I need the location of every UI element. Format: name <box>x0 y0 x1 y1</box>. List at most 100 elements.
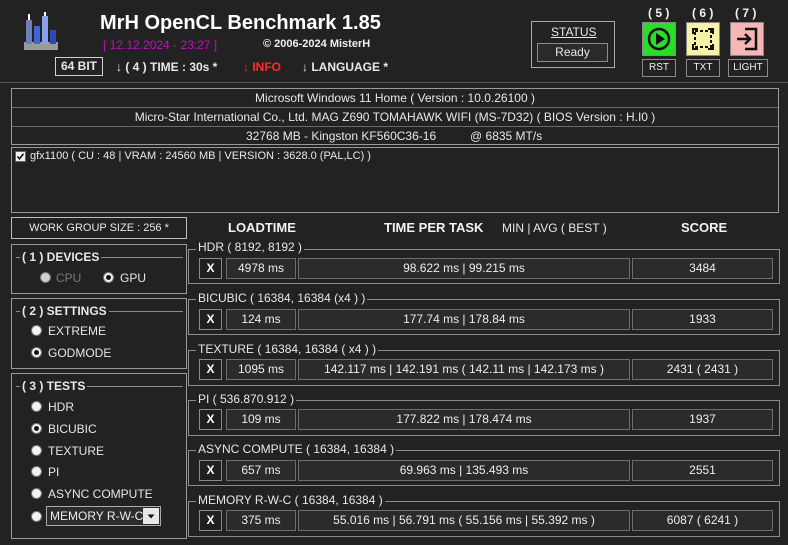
column-loadtime: LOADTIME <box>228 220 296 235</box>
os-info: Microsoft Windows 11 Home ( Version : 10… <box>255 91 535 105</box>
device-label: gfx1100 ( CU : 48 | VRAM : 24560 MB | VE… <box>30 150 371 162</box>
result-frame-line <box>779 400 780 435</box>
result-frame-line <box>188 536 780 537</box>
app-logo <box>20 12 62 54</box>
extreme-label: EXTREME <box>48 324 107 338</box>
result-hdr-time: 98.622 ms | 99.215 ms <box>298 258 630 279</box>
txt-export-button[interactable] <box>686 22 720 56</box>
result-frame-line <box>188 485 780 486</box>
result-texture-score: 2431 ( 2431 ) <box>632 359 773 380</box>
result-texture-title: TEXTURE ( 16384, 16384 ( x4 ) ) <box>196 342 379 356</box>
extreme-radio[interactable] <box>31 325 42 336</box>
result-pi-score: 1937 <box>632 409 773 430</box>
column-score: SCORE <box>681 220 728 235</box>
result-texture-time: 142.117 ms | 142.191 ms ( 142.11 ms | 14… <box>298 359 630 380</box>
result-pi-time: 177.822 ms | 178.474 ms <box>298 409 630 430</box>
memory-speed: @ 6835 MT/s <box>470 129 543 143</box>
result-hdr-title: HDR ( 8192, 8192 ) <box>196 240 305 254</box>
column-min-avg-best: MIN | AVG ( BEST ) <box>502 221 607 235</box>
godmode-radio[interactable] <box>31 347 42 358</box>
result-bicubic-loadtime: 124 ms <box>226 309 296 330</box>
cpu-radio[interactable] <box>40 272 51 283</box>
result-frame-line <box>188 385 780 386</box>
result-bicubic-time: 177.74 ms | 178.84 ms <box>298 309 630 330</box>
result-pi-title: PI ( 536.870.912 ) <box>196 392 297 406</box>
result-texture-clear-button[interactable]: X <box>199 359 222 380</box>
result-texture-loadtime: 1095 ms <box>226 359 296 380</box>
chevron-down-icon <box>143 508 159 524</box>
rst-button[interactable]: RST <box>642 59 676 77</box>
board-info: Micro-Star International Co., Ltd. MAG Z… <box>134 110 656 124</box>
result-memory-loadtime: 375 ms <box>226 510 296 531</box>
status-value: Ready <box>537 43 608 62</box>
godmode-label: GODMODE <box>48 346 112 360</box>
result-bicubic-title: BICUBIC ( 16384, 16384 (x4 ) ) <box>196 291 368 305</box>
language-option[interactable]: ↓ LANGUAGE * <box>302 60 388 74</box>
test-texture-label: TEXTURE <box>48 444 105 458</box>
result-hdr-clear-button[interactable]: X <box>199 258 222 279</box>
gpu-label: GPU <box>120 271 147 285</box>
run-shortcut-number: ( 5 ) <box>648 6 670 20</box>
test-pi-radio[interactable] <box>31 466 42 477</box>
test-bicubic-label: BICUBIC <box>48 422 97 436</box>
memory-test-dropdown-value: MEMORY R-W-C <box>50 509 144 523</box>
test-texture-radio[interactable] <box>31 445 42 456</box>
app-title: MrH OpenCL Benchmark 1.85 <box>100 12 381 34</box>
test-hdr-radio[interactable] <box>31 401 42 412</box>
result-frame-line <box>188 400 189 435</box>
test-bicubic-radio[interactable] <box>31 423 42 434</box>
result-bicubic-clear-button[interactable]: X <box>199 309 222 330</box>
result-frame-line <box>779 450 780 485</box>
settings-title: ( 2 ) SETTINGS <box>20 304 109 318</box>
light-mode-button[interactable] <box>730 22 764 56</box>
exit-icon <box>737 27 758 51</box>
light-shortcut-number: ( 7 ) <box>735 6 757 20</box>
system-row-divider <box>12 126 778 127</box>
result-frame-line <box>779 299 780 334</box>
test-async-radio[interactable] <box>31 488 42 499</box>
result-async-clear-button[interactable]: X <box>199 460 222 481</box>
result-hdr-loadtime: 4978 ms <box>226 258 296 279</box>
crop-select-icon <box>692 28 714 50</box>
play-icon <box>647 27 671 51</box>
system-row-divider <box>12 107 778 108</box>
device-checkbox[interactable] <box>15 151 26 162</box>
column-time-per-task: TIME PER TASK <box>384 220 484 235</box>
test-memory-radio[interactable] <box>31 511 42 522</box>
result-frame-line <box>188 334 780 335</box>
work-group-size[interactable]: WORK GROUP SIZE : 256 * <box>11 217 187 239</box>
run-datetime: [ 12.12.2024 - 23:27 ] <box>103 38 218 52</box>
test-hdr-label: HDR <box>48 400 74 414</box>
result-frame-line <box>188 450 189 485</box>
status-title: STATUS <box>551 25 597 39</box>
result-frame-line <box>188 249 189 283</box>
test-async-label: ASYNC COMPUTE <box>48 487 153 501</box>
result-frame-line <box>188 350 189 385</box>
header-divider <box>0 82 788 83</box>
bitness-badge: 64 BIT <box>55 57 103 76</box>
memory-test-dropdown[interactable]: MEMORY R-W-C <box>46 506 161 526</box>
result-frame-line <box>188 283 780 284</box>
result-memory-clear-button[interactable]: X <box>199 510 222 531</box>
result-frame-line <box>779 249 780 283</box>
time-option[interactable]: ↓ ( 4 ) TIME : 30s * <box>116 60 217 74</box>
memory-info: 32768 MB - Kingston KF560C36-16 <box>246 129 437 143</box>
result-pi-clear-button[interactable]: X <box>199 409 222 430</box>
devices-title: ( 1 ) DEVICES <box>20 250 102 264</box>
result-frame-line <box>188 501 189 536</box>
cpu-label: CPU <box>56 271 82 285</box>
run-button[interactable] <box>642 22 676 56</box>
result-hdr-score: 3484 <box>632 258 773 279</box>
txt-button[interactable]: TXT <box>686 59 720 77</box>
result-memory-time: 55.016 ms | 56.791 ms ( 55.156 ms | 55.3… <box>298 510 630 531</box>
result-bicubic-score: 1933 <box>632 309 773 330</box>
result-frame-line <box>188 299 189 334</box>
result-memory-title: MEMORY R-W-C ( 16384, 16384 ) <box>196 493 385 507</box>
info-option[interactable]: ↓ INFO <box>243 60 281 74</box>
result-frame-line <box>779 501 780 536</box>
test-pi-label: PI <box>48 465 60 479</box>
result-async-title: ASYNC COMPUTE ( 16384, 16384 ) <box>196 442 397 456</box>
light-button[interactable]: LIGHT <box>728 59 768 77</box>
gpu-radio[interactable] <box>103 272 114 283</box>
result-memory-score: 6087 ( 6241 ) <box>632 510 773 531</box>
